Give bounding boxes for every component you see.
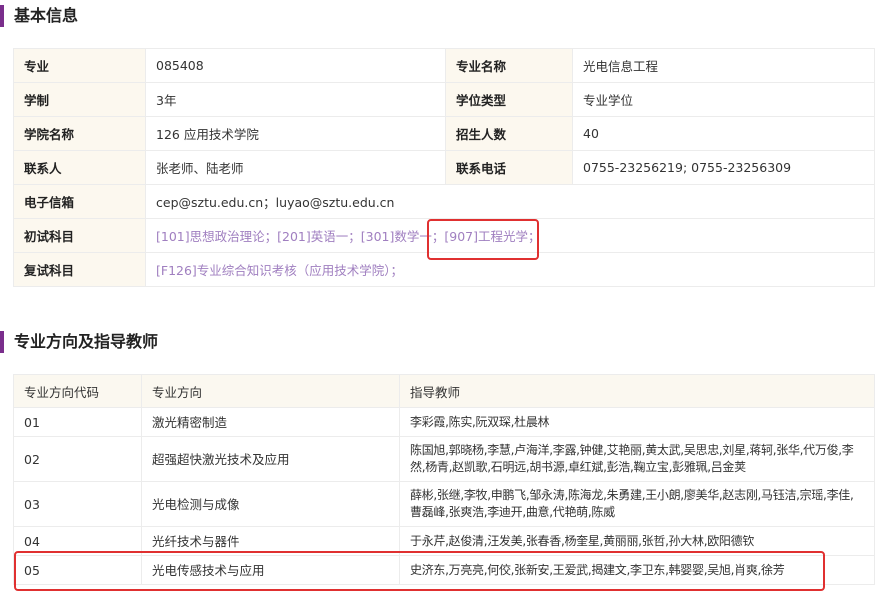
header-code: 专业方向代码	[13, 374, 142, 408]
major-name-value: 光电信息工程	[572, 48, 875, 83]
exam-subjects: [101]思想政治理论；[201]英语一；[301]数学一；[907]工程光学；	[145, 218, 875, 253]
exam-subject-link[interactable]: [907]工程光学；	[444, 229, 540, 244]
college-value: 126 应用技术学院	[145, 116, 446, 151]
exam-subject-link[interactable]: [301]数学一；	[361, 229, 445, 244]
basic-info-table: 专业 085408 专业名称 光电信息工程 学制 3年 学位类型 专业学位 学院…	[13, 48, 875, 287]
phone-value: 0755-23256219; 0755-23256309	[572, 150, 875, 185]
degree-type-value: 专业学位	[572, 82, 875, 117]
direction-teachers: 薛彬,张继,李牧,申鹏飞,邹永涛,陈海龙,朱勇建,王小朗,廖美华,赵志刚,马钰洁…	[399, 481, 875, 527]
college-label: 学院名称	[13, 116, 146, 151]
retest-label: 复试科目	[13, 252, 146, 287]
direction-name: 超强超快激光技术及应用	[141, 436, 400, 482]
table-row: 01 激光精密制造 李彩霞,陈实,阮双琛,杜晨林	[13, 407, 875, 437]
contact-value: 张老师、陆老师	[145, 150, 446, 185]
info-row-duration: 学制 3年 学位类型 专业学位	[13, 82, 875, 117]
enroll-value: 40	[572, 116, 875, 151]
direction-name: 激光精密制造	[141, 407, 400, 437]
duration-value: 3年	[145, 82, 446, 117]
email-label: 电子信箱	[13, 184, 146, 219]
info-row-college: 学院名称 126 应用技术学院 招生人数 40	[13, 116, 875, 151]
direction-teachers: 李彩霞,陈实,阮双琛,杜晨林	[399, 407, 875, 437]
phone-label: 联系电话	[445, 150, 573, 185]
info-row-retest: 复试科目 [F126]专业综合知识考核（应用技术学院）；	[13, 252, 875, 287]
table-row: 04 光纤技术与器件 于永芹,赵俊清,汪发美,张春香,杨奎星,黄丽丽,张哲,孙大…	[13, 526, 875, 556]
direction-teachers: 陈国旭,郭晓杨,李慧,卢海洋,李露,钟健,艾艳丽,黄太武,吴思忠,刘星,蒋轲,张…	[399, 436, 875, 482]
table-row: 05 光电传感技术与应用 史济东,万亮亮,何佼,张新安,王爱武,揭建文,李卫东,…	[13, 555, 875, 585]
info-row-contact: 联系人 张老师、陆老师 联系电话 0755-23256219; 0755-232…	[13, 150, 875, 185]
direction-name: 光纤技术与器件	[141, 526, 400, 556]
direction-code: 05	[13, 555, 142, 585]
info-row-exam: 初试科目 [101]思想政治理论；[201]英语一；[301]数学一；[907]…	[13, 218, 875, 253]
contact-label: 联系人	[13, 150, 146, 185]
direction-code: 01	[13, 407, 142, 437]
info-row-major: 专业 085408 专业名称 光电信息工程	[13, 48, 875, 83]
section-title-directions: 专业方向及指导教师	[0, 331, 158, 353]
direction-code: 03	[13, 481, 142, 527]
degree-type-label: 学位类型	[445, 82, 573, 117]
header-teachers: 指导教师	[399, 374, 875, 408]
duration-label: 学制	[13, 82, 146, 117]
section-title-basic-info: 基本信息	[0, 5, 78, 27]
major-value: 085408	[145, 48, 446, 83]
direction-code: 04	[13, 526, 142, 556]
header-direction: 专业方向	[141, 374, 400, 408]
direction-code: 02	[13, 436, 142, 482]
exam-subject-link[interactable]: [101]思想政治理论；	[156, 229, 277, 244]
directions-table: 专业方向代码 专业方向 指导教师 01 激光精密制造 李彩霞,陈实,阮双琛,杜晨…	[13, 374, 875, 585]
info-row-email: 电子信箱 cep@sztu.edu.cn；luyao@sztu.edu.cn	[13, 184, 875, 219]
direction-teachers: 史济东,万亮亮,何佼,张新安,王爱武,揭建文,李卫东,韩婴婴,吴旭,肖爽,徐芳	[399, 555, 875, 585]
major-name-label: 专业名称	[445, 48, 573, 83]
retest-subject-link[interactable]: [F126]专业综合知识考核（应用技术学院）；	[156, 263, 403, 278]
major-label: 专业	[13, 48, 146, 83]
exam-subject-link[interactable]: [201]英语一；	[277, 229, 361, 244]
email-value: cep@sztu.edu.cn；luyao@sztu.edu.cn	[145, 184, 875, 219]
table-row: 03 光电检测与成像 薛彬,张继,李牧,申鹏飞,邹永涛,陈海龙,朱勇建,王小朗,…	[13, 481, 875, 527]
direction-name: 光电传感技术与应用	[141, 555, 400, 585]
retest-subjects: [F126]专业综合知识考核（应用技术学院）；	[145, 252, 875, 287]
table-row: 02 超强超快激光技术及应用 陈国旭,郭晓杨,李慧,卢海洋,李露,钟健,艾艳丽,…	[13, 436, 875, 482]
direction-teachers: 于永芹,赵俊清,汪发美,张春香,杨奎星,黄丽丽,张哲,孙大林,欧阳德钦	[399, 526, 875, 556]
directions-header-row: 专业方向代码 专业方向 指导教师	[13, 374, 875, 408]
direction-name: 光电检测与成像	[141, 481, 400, 527]
enroll-label: 招生人数	[445, 116, 573, 151]
exam-label: 初试科目	[13, 218, 146, 253]
